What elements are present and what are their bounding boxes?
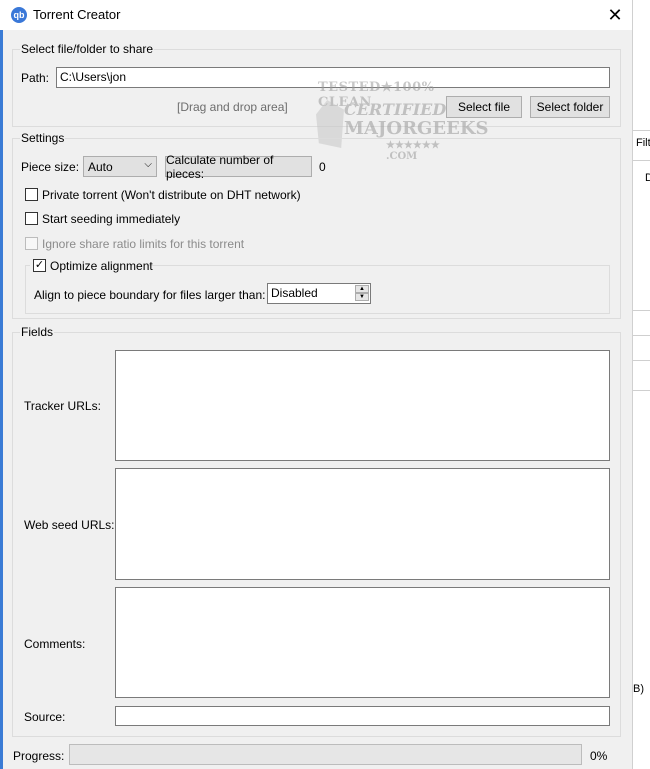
background-text-d: D	[645, 172, 650, 184]
path-label: Path:	[21, 71, 50, 85]
align-boundary-spinbox[interactable]: Disabled ▲ ▼	[267, 283, 371, 304]
align-boundary-label: Align to piece boundary for files larger…	[34, 288, 266, 302]
close-icon[interactable]: ✕	[600, 2, 630, 28]
ignore-ratio-label: Ignore share ratio limits for this torre…	[42, 237, 245, 251]
piece-size-label: Piece size:	[21, 160, 80, 174]
pieces-count: 0	[319, 160, 326, 174]
optimize-alignment-label[interactable]: Optimize alignment	[50, 259, 153, 273]
torrent-creator-dialog: Select file/folder to share Path: C:\Use…	[3, 30, 632, 769]
piece-size-select[interactable]: Auto ⌵	[83, 156, 157, 177]
progress-label: Progress:	[13, 749, 65, 763]
qbittorrent-app-icon: qb	[11, 7, 27, 23]
comments-label: Comments:	[24, 637, 86, 651]
ignore-ratio-checkbox	[25, 237, 38, 250]
select-file-button[interactable]: Select file	[446, 96, 522, 118]
fields-group-title: Fields	[20, 325, 55, 339]
align-boundary-value: Disabled	[271, 286, 318, 300]
background-text-b: B)	[633, 683, 644, 695]
window-title: Torrent Creator	[33, 7, 121, 22]
start-seeding-checkbox[interactable]	[25, 212, 38, 225]
select-folder-button[interactable]: Select folder	[530, 96, 610, 118]
calculate-pieces-button[interactable]: Calculate number of pieces:	[165, 153, 312, 181]
optimize-alignment-checkbox[interactable]: ✓	[33, 259, 46, 272]
chevron-down-icon: ⌵	[144, 159, 152, 170]
spin-up-icon[interactable]: ▲	[355, 285, 369, 293]
share-group-title: Select file/folder to share	[20, 42, 155, 56]
source-label: Source:	[24, 710, 66, 724]
tracker-urls-textarea[interactable]	[115, 350, 610, 461]
progress-bar	[69, 744, 582, 765]
web-seed-urls-textarea[interactable]	[115, 468, 610, 580]
comments-textarea[interactable]	[115, 587, 610, 698]
path-input[interactable]: C:\Users\jon	[56, 67, 610, 88]
spin-buttons: ▲ ▼	[355, 285, 369, 301]
settings-group-title: Settings	[20, 131, 66, 145]
source-input[interactable]	[115, 706, 610, 726]
spin-down-icon[interactable]: ▼	[355, 293, 369, 301]
web-seed-urls-label: Web seed URLs:	[24, 518, 115, 532]
title-bar: qb Torrent Creator ✕	[0, 0, 632, 30]
piece-size-value: Auto	[88, 160, 113, 174]
private-torrent-checkbox[interactable]	[25, 188, 38, 201]
start-seeding-label[interactable]: Start seeding immediately	[42, 212, 180, 226]
background-text-filter: Filt	[636, 137, 650, 149]
tracker-urls-label: Tracker URLs:	[24, 399, 101, 413]
progress-value: 0%	[590, 749, 608, 763]
background-window-strip: Filt D B)	[632, 0, 650, 769]
private-torrent-label[interactable]: Private torrent (Won't distribute on DHT…	[42, 188, 301, 202]
drag-drop-area[interactable]: [Drag and drop area]	[177, 100, 288, 114]
